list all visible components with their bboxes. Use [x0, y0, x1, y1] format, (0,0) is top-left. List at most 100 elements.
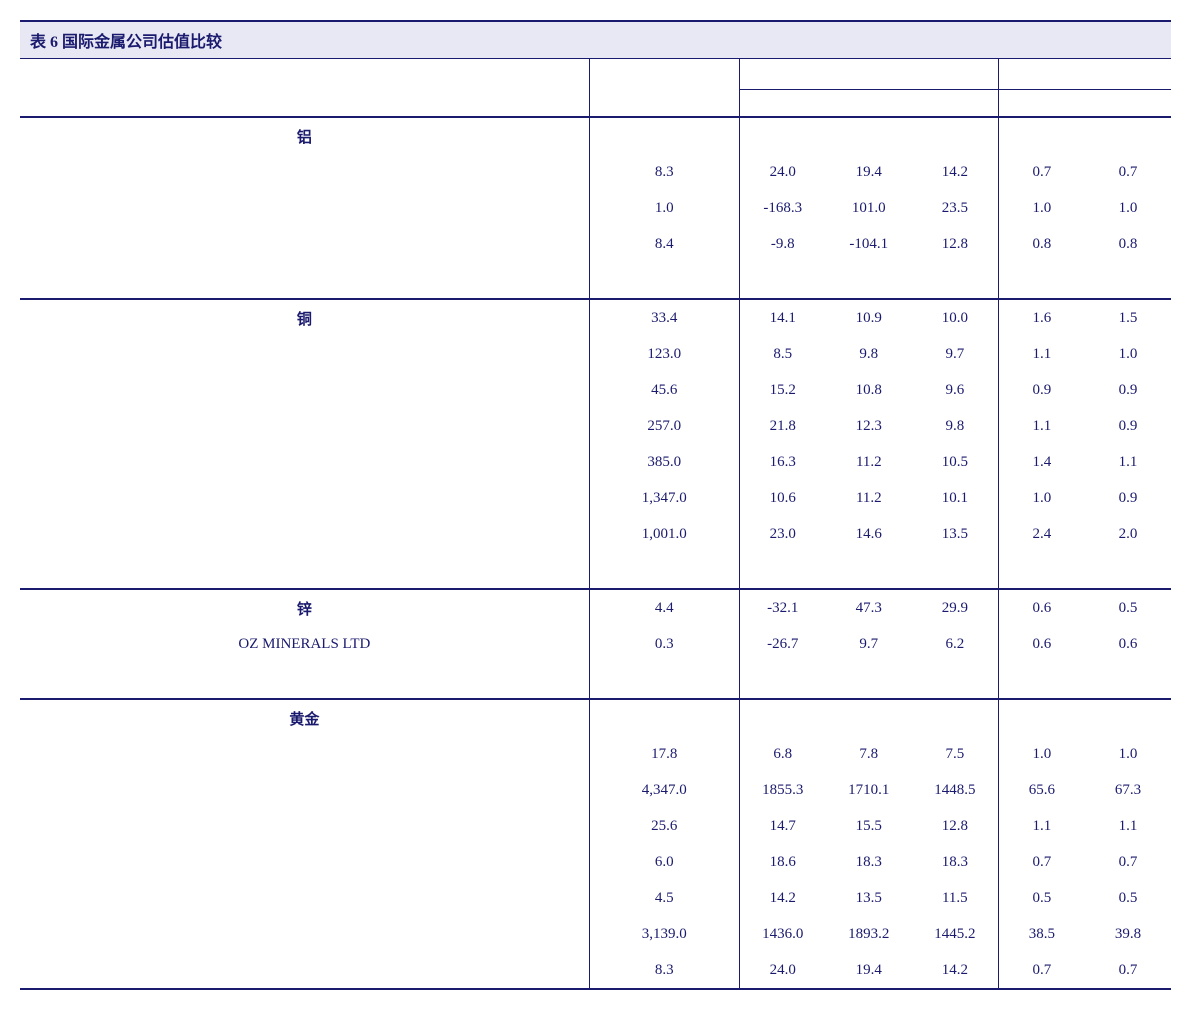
pb-cell: 1.0 [998, 190, 1085, 226]
price-cell: 1,347.0 [589, 480, 739, 516]
pe-cell: -26.7 [739, 626, 826, 662]
pe-cell: 12.8 [912, 226, 999, 262]
pb-cell: 65.6 [998, 772, 1085, 808]
pe-cell: 11.5 [912, 880, 999, 916]
pb-cell: 1.0 [1085, 190, 1171, 226]
pe-cell: 24.0 [739, 154, 826, 190]
section-label: 黄金 [20, 699, 589, 736]
pb-cell: 0.9 [1085, 480, 1171, 516]
pe-cell: 21.8 [739, 408, 826, 444]
pe-cell: 10.5 [912, 444, 999, 480]
pe-cell: -168.3 [739, 190, 826, 226]
pb-cell: 0.8 [1085, 226, 1171, 262]
price-cell: 4.5 [589, 880, 739, 916]
pe-cell: 8.5 [739, 336, 826, 372]
price-cell: 1.0 [589, 190, 739, 226]
pb-cell: 1.1 [998, 408, 1085, 444]
header-pb-1 [998, 90, 1085, 118]
pe-cell: -104.1 [826, 226, 912, 262]
pe-cell: 12.3 [826, 408, 912, 444]
table-title: 表 6 国际金属公司估值比较 [20, 20, 1171, 59]
pb-cell: 0.9 [1085, 408, 1171, 444]
pb-cell: 2.4 [998, 516, 1085, 552]
pe-cell: 29.9 [912, 589, 999, 626]
price-cell: 45.6 [589, 372, 739, 408]
header-price [589, 59, 739, 117]
pe-cell: 9.8 [826, 336, 912, 372]
pe-cell: 10.1 [912, 480, 999, 516]
pe-cell: 23.5 [912, 190, 999, 226]
company-name [20, 916, 589, 952]
price-cell: 257.0 [589, 408, 739, 444]
pb-cell: 1.1 [998, 808, 1085, 844]
company-name [20, 952, 589, 989]
section-label: 铝 [20, 117, 589, 154]
pb-cell: 1.5 [1085, 299, 1171, 336]
header-pb-group [998, 59, 1171, 90]
pb-cell: 39.8 [1085, 916, 1171, 952]
pe-cell: 10.0 [912, 299, 999, 336]
pb-cell: 0.6 [998, 626, 1085, 662]
pe-cell: 12.8 [912, 808, 999, 844]
pb-cell: 1.0 [1085, 336, 1171, 372]
pb-cell: 2.0 [1085, 516, 1171, 552]
company-name [20, 736, 589, 772]
pe-cell: 13.5 [826, 880, 912, 916]
price-cell: 3,139.0 [589, 916, 739, 952]
pe-cell: 1710.1 [826, 772, 912, 808]
pe-cell: 15.5 [826, 808, 912, 844]
pe-cell: 6.8 [739, 736, 826, 772]
pe-cell: -9.8 [739, 226, 826, 262]
pe-cell: 14.6 [826, 516, 912, 552]
pe-cell: 14.1 [739, 299, 826, 336]
header-pe-1 [739, 90, 826, 118]
pe-cell: 19.4 [826, 952, 912, 989]
pb-cell: 1.0 [998, 736, 1085, 772]
header-pe-group [739, 59, 998, 90]
pe-cell: 9.8 [912, 408, 999, 444]
pe-cell: 10.9 [826, 299, 912, 336]
price-cell: 385.0 [589, 444, 739, 480]
header-pb-2 [1085, 90, 1171, 118]
price-cell: 33.4 [589, 299, 739, 336]
pe-cell: 1436.0 [739, 916, 826, 952]
pb-cell: 1.4 [998, 444, 1085, 480]
company-name [20, 336, 589, 372]
company-name [20, 516, 589, 552]
pb-cell: 0.7 [998, 154, 1085, 190]
pe-cell: 19.4 [826, 154, 912, 190]
company-name [20, 444, 589, 480]
pb-cell: 1.1 [1085, 808, 1171, 844]
pb-cell: 0.9 [998, 372, 1085, 408]
pb-cell: 0.6 [1085, 626, 1171, 662]
pe-cell: 13.5 [912, 516, 999, 552]
company-name [20, 226, 589, 262]
pe-cell: 11.2 [826, 444, 912, 480]
pb-cell: 0.7 [998, 844, 1085, 880]
pe-cell: 101.0 [826, 190, 912, 226]
pe-cell: 14.2 [912, 154, 999, 190]
pb-cell: 0.5 [1085, 880, 1171, 916]
company-name [20, 808, 589, 844]
pe-cell: 23.0 [739, 516, 826, 552]
pb-cell: 1.0 [998, 480, 1085, 516]
pe-cell: 7.8 [826, 736, 912, 772]
pb-cell: 0.7 [998, 952, 1085, 989]
pe-cell: 18.3 [912, 844, 999, 880]
pe-cell: 24.0 [739, 952, 826, 989]
pe-cell: 16.3 [739, 444, 826, 480]
pb-cell: 0.6 [998, 589, 1085, 626]
pb-cell: 1.6 [998, 299, 1085, 336]
price-cell: 0.3 [589, 626, 739, 662]
price-cell: 1,001.0 [589, 516, 739, 552]
pb-cell: 0.7 [1085, 154, 1171, 190]
pe-cell: 1855.3 [739, 772, 826, 808]
pe-cell: 14.2 [739, 880, 826, 916]
pb-cell: 0.5 [998, 880, 1085, 916]
price-cell: 4,347.0 [589, 772, 739, 808]
pe-cell: 1445.2 [912, 916, 999, 952]
pe-cell: 10.8 [826, 372, 912, 408]
price-cell: 123.0 [589, 336, 739, 372]
pe-cell: -32.1 [739, 589, 826, 626]
company-name [20, 880, 589, 916]
